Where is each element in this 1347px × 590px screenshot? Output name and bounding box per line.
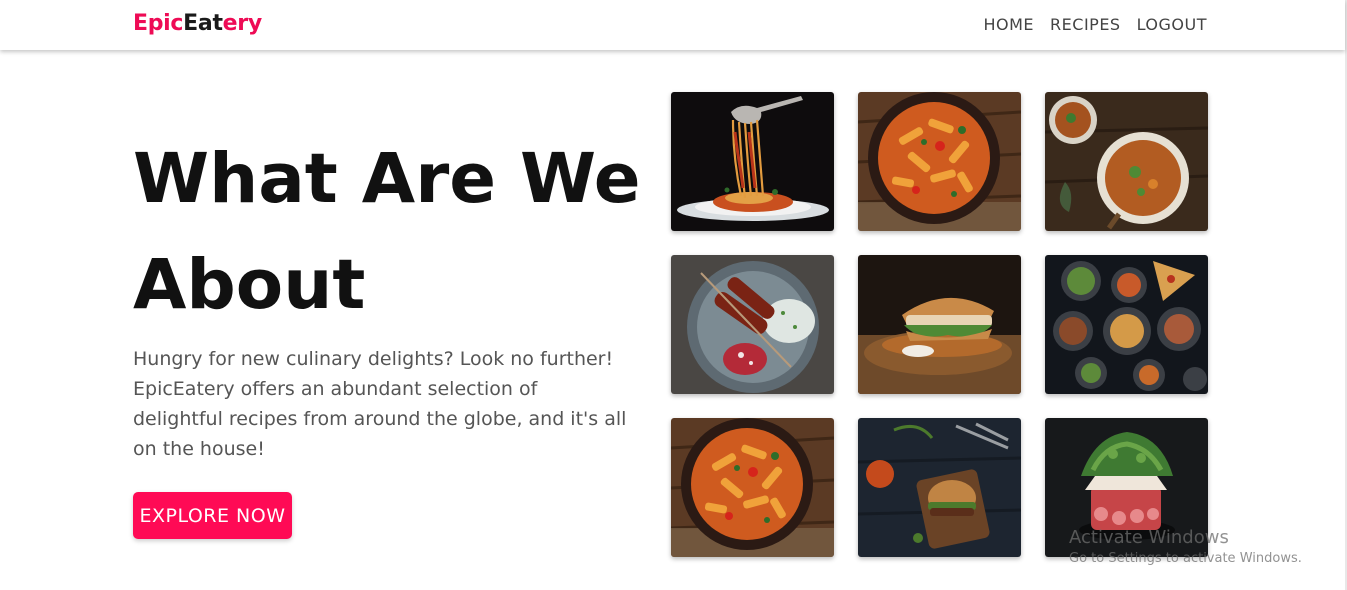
gallery-tile-penne[interactable] [858, 92, 1021, 231]
explore-now-button[interactable]: EXPLORE NOW [133, 492, 292, 539]
soup-bowls-photo [1045, 92, 1208, 231]
sandwich-board-photo [858, 255, 1021, 394]
nav-link-recipes[interactable]: RECIPES [1050, 15, 1121, 34]
nav-links: HOME RECIPES LOGOUT [984, 15, 1208, 34]
gallery-tile-sandwich[interactable] [858, 255, 1021, 394]
nav-link-home[interactable]: HOME [984, 15, 1035, 34]
brand-logo[interactable]: EpicEatery [133, 11, 262, 36]
watermark-title: Activate Windows [1069, 527, 1229, 548]
nav-link-logout[interactable]: LOGOUT [1137, 15, 1207, 34]
penne-pasta-bowl-photo [671, 418, 834, 557]
recipe-gallery [671, 92, 1208, 557]
penne-pasta-bowl-photo [858, 92, 1021, 231]
gallery-tile-soup[interactable] [1045, 92, 1208, 231]
brand-part-eat: Eat [183, 11, 223, 36]
navbar: EpicEatery HOME RECIPES LOGOUT [0, 0, 1345, 50]
tapas-spread-photo [1045, 255, 1208, 394]
gallery-tile-skewers[interactable] [671, 255, 834, 394]
watermark-subtitle: Go to Settings to activate Windows. [1069, 551, 1302, 566]
spaghetti-twirl-photo [671, 92, 834, 231]
brand-part-ery: ery [222, 11, 263, 36]
gallery-tile-penne-2[interactable] [671, 418, 834, 557]
gallery-tile-tapas[interactable] [1045, 255, 1208, 394]
gallery-tile-burger[interactable] [858, 418, 1021, 557]
burger-board-photo [858, 418, 1021, 557]
hero-title: What Are We About [133, 139, 641, 325]
hero-description: Hungry for new culinary delights? Look n… [133, 348, 627, 460]
brand-part-epic: Epic [133, 11, 184, 36]
activate-windows-watermark: Activate Windows Go to Settings to activ… [1069, 527, 1302, 568]
gallery-tile-spaghetti[interactable] [671, 92, 834, 231]
skewer-plate-photo [671, 255, 834, 394]
